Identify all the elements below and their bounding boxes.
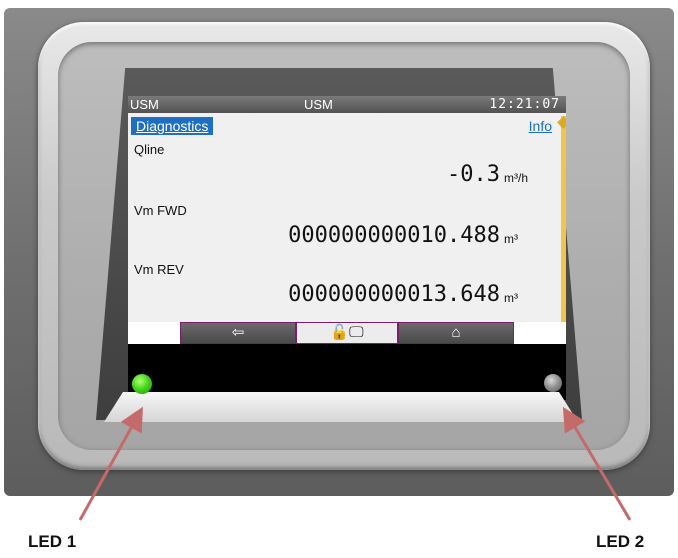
back-button[interactable]: ⇦ — [180, 322, 296, 344]
vm-rev-value: 000000000013.648 — [288, 282, 500, 307]
led-panel — [128, 344, 566, 400]
qline-value: -0.3 — [447, 162, 500, 187]
nav-bar: ⇦ 🔓🖵 ⌂ — [128, 322, 566, 344]
led-1-indicator — [132, 374, 152, 394]
info-link[interactable]: Info — [529, 117, 552, 135]
display-screen: USM USM 12:21:07 Diagnostics Info Qline … — [128, 96, 566, 344]
scroll-thumb-icon[interactable] — [557, 116, 566, 129]
qline-unit: m³/h — [504, 171, 528, 185]
vm-fwd-value: 000000000010.488 — [288, 223, 500, 248]
vm-rev-unit: m³ — [504, 291, 518, 305]
status-bar: USM USM 12:21:07 — [128, 96, 566, 113]
status-device-name: USM — [130, 97, 159, 112]
status-title: USM — [304, 97, 333, 112]
led-1-label: LED 1 — [28, 532, 77, 551]
status-time: 12:21:07 — [489, 97, 560, 112]
qline-label: Qline — [134, 142, 165, 157]
back-arrow-icon: ⇦ — [231, 324, 245, 341]
vm-fwd-label: Vm FWD — [134, 203, 187, 218]
led-2-indicator — [544, 374, 562, 392]
diagnostics-tab[interactable]: Diagnostics — [131, 117, 214, 135]
home-icon: ⌂ — [451, 324, 461, 341]
led-2-label: LED 2 — [596, 532, 645, 551]
lock-display-button[interactable]: 🔓🖵 — [296, 322, 398, 344]
lock-display-icon: 🔓🖵 — [330, 324, 364, 341]
home-button[interactable]: ⌂ — [398, 322, 514, 344]
bezel-lip — [104, 392, 578, 422]
vm-fwd-unit: m³ — [504, 232, 518, 246]
scrollbar[interactable] — [561, 116, 566, 324]
vm-rev-label: Vm REV — [134, 262, 184, 277]
